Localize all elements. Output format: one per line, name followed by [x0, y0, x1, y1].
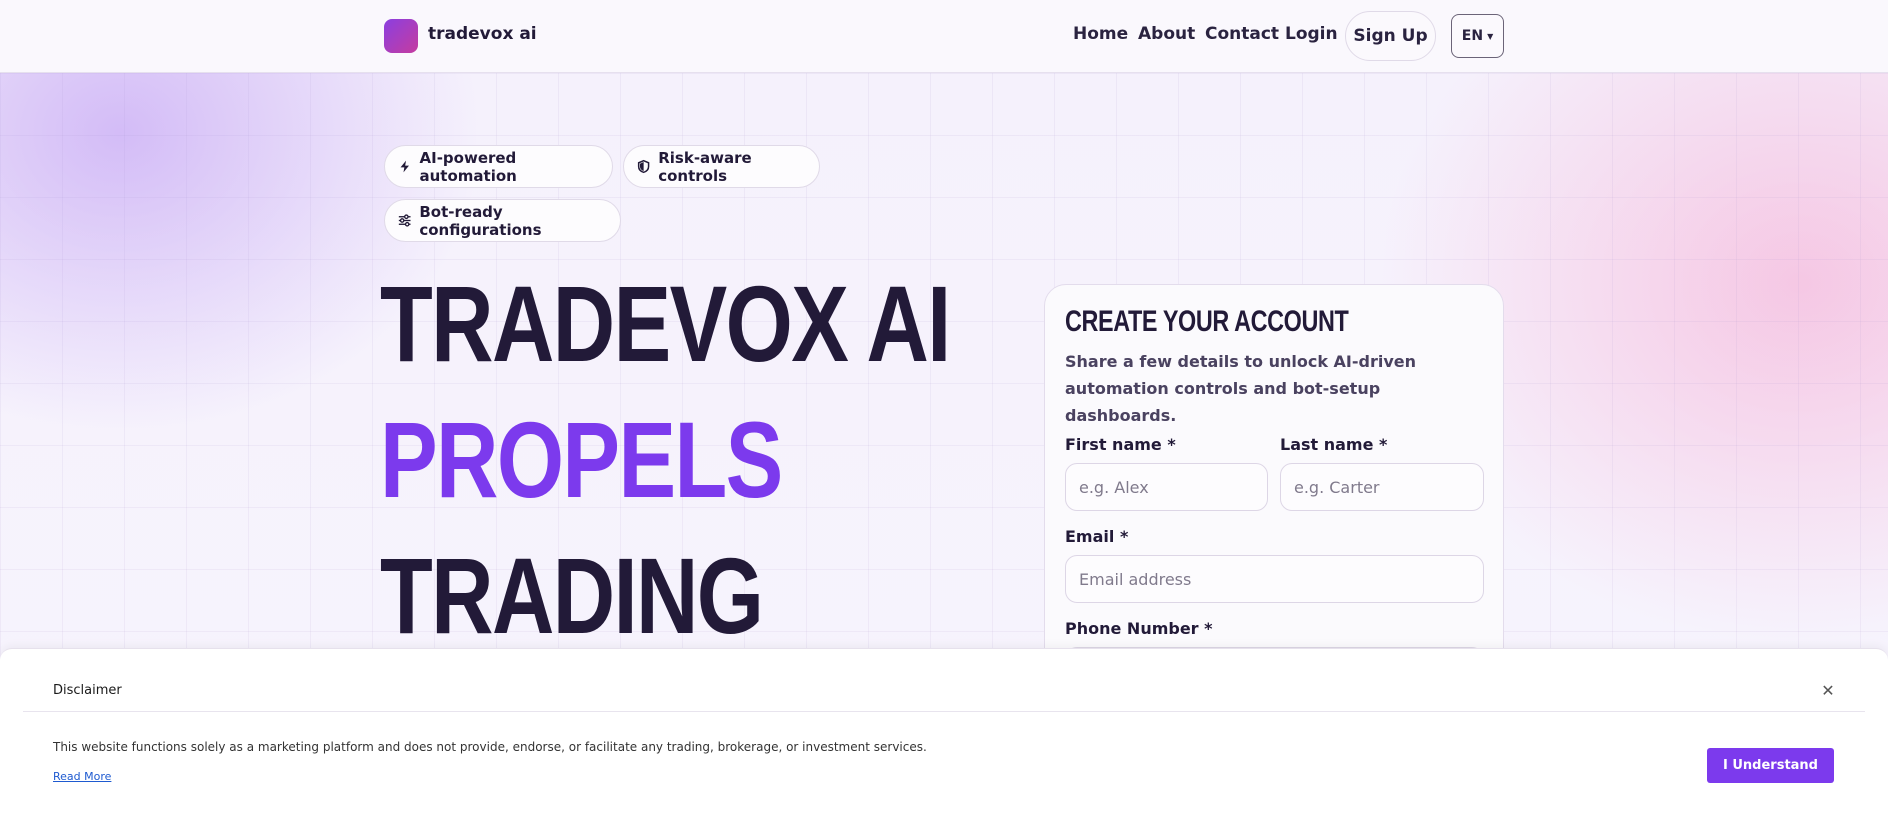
nav-contact[interactable]: Contact — [1205, 24, 1279, 44]
email-label: Email * — [1065, 527, 1129, 546]
hero-line-3: TRADING — [380, 535, 764, 656]
email-input[interactable] — [1065, 555, 1484, 603]
lightning-icon — [400, 160, 409, 173]
form-title: CREATE YOUR ACCOUNT — [1065, 305, 1349, 338]
disclaimer-banner: Disclaimer ✕ This website functions sole… — [0, 648, 1888, 818]
nav-home[interactable]: Home — [1073, 24, 1128, 44]
disclaimer-text: This website functions solely as a marke… — [53, 740, 927, 754]
nav-about[interactable]: About — [1138, 24, 1195, 44]
disclaimer-title: Disclaimer — [53, 683, 122, 698]
nav-login[interactable]: Login — [1285, 24, 1338, 44]
form-description: Share a few details to unlock AI-driven … — [1065, 352, 1417, 425]
i-understand-button[interactable]: I Understand — [1707, 748, 1834, 783]
logo-mark[interactable] — [384, 19, 418, 53]
chip-label: Bot-ready configurations — [419, 202, 542, 239]
phone-label: Phone Number * — [1065, 619, 1213, 638]
language-selector[interactable]: EN ▼ — [1451, 14, 1504, 58]
feature-chip-bots: Bot-ready configurations — [384, 199, 621, 242]
sliders-icon — [398, 214, 411, 227]
first-name-input[interactable] — [1065, 463, 1268, 511]
hero-line-2: PROPELS — [380, 399, 783, 520]
shield-icon — [637, 159, 650, 174]
hero-headline: TRADEVOX AI PROPELS TRADING — [380, 256, 951, 664]
read-more-link[interactable]: Read More — [53, 770, 111, 783]
language-code: EN — [1461, 28, 1484, 44]
hero-line-1: TRADEVOX AI — [380, 263, 951, 384]
disclaimer-divider — [23, 711, 1865, 712]
feature-chip-risk: Risk-aware controls — [623, 145, 820, 188]
chip-label: Risk-aware controls — [658, 148, 752, 185]
chevron-down-icon: ▼ — [1487, 31, 1494, 41]
signup-form-card: CREATE YOUR ACCOUNT Share a few details … — [1044, 284, 1504, 695]
brand-name[interactable]: tradevox ai — [428, 24, 537, 44]
chip-label: AI-powered automation — [419, 148, 517, 185]
sign-up-button[interactable]: Sign Up — [1345, 11, 1436, 61]
site-header: tradevox ai Home About Contact Login Sig… — [0, 0, 1888, 73]
feature-chip-automation: AI-powered automation — [384, 145, 613, 188]
last-name-label: Last name * — [1280, 435, 1388, 454]
close-icon[interactable]: ✕ — [1818, 680, 1838, 700]
last-name-input[interactable] — [1280, 463, 1484, 511]
first-name-label: First name * — [1065, 435, 1176, 454]
